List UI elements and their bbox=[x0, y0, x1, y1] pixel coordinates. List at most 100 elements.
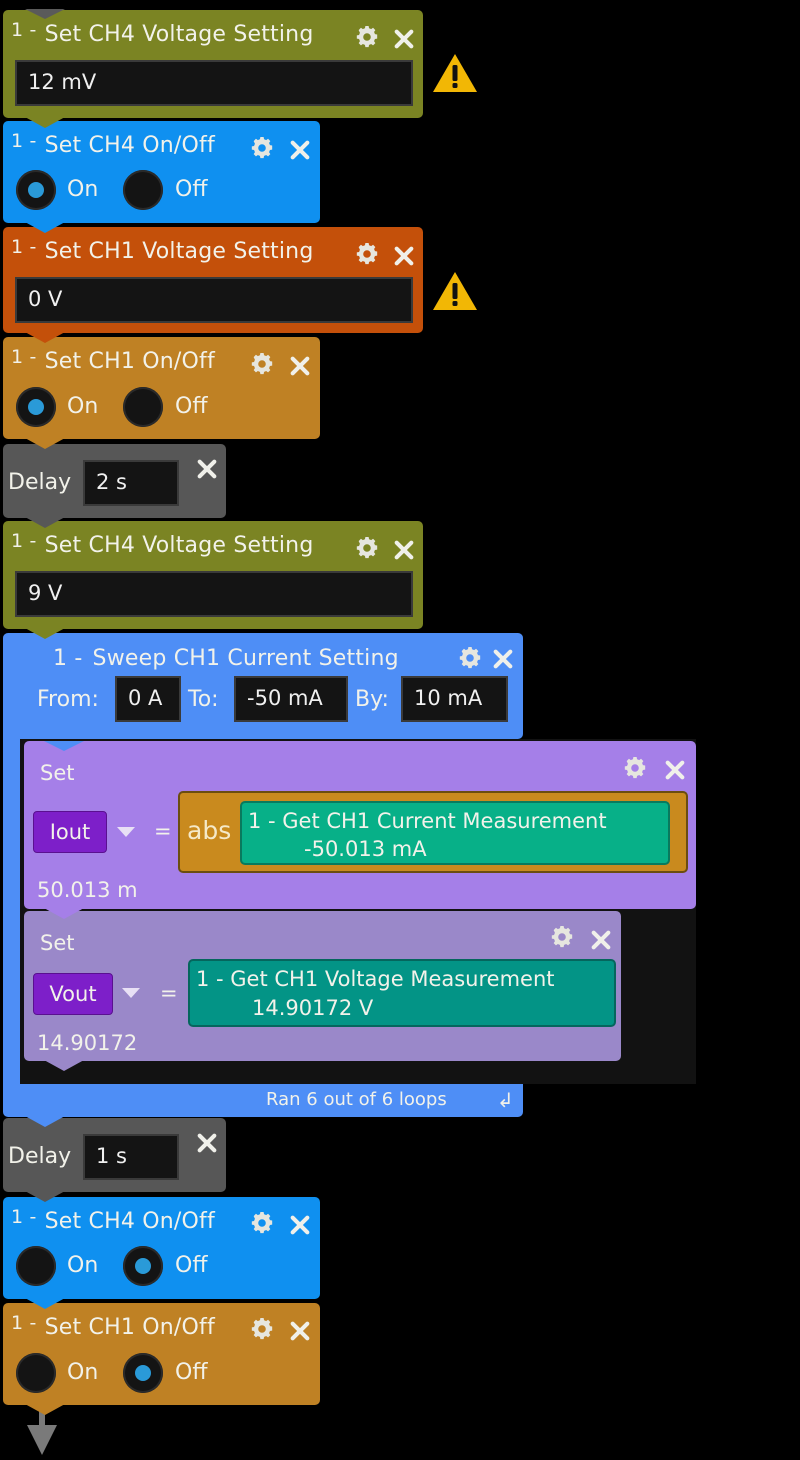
gear-icon[interactable] bbox=[249, 135, 275, 161]
gear-icon[interactable] bbox=[249, 351, 275, 377]
get-ch1-voltage-block[interactable]: 1 - Get CH1 Voltage Measurement 14.90172… bbox=[188, 959, 616, 1027]
by-label: By: bbox=[355, 687, 389, 712]
block-title: 1 - Set CH4 On/Off bbox=[11, 130, 215, 158]
variable-iout[interactable]: Iout bbox=[33, 811, 107, 853]
block-title: 1 - Set CH1 Voltage Setting bbox=[11, 236, 314, 264]
result-value: 14.90172 bbox=[37, 1031, 138, 1055]
connector-notch-bottom bbox=[44, 1060, 84, 1071]
off-radio[interactable] bbox=[123, 170, 163, 210]
close-icon[interactable] bbox=[393, 245, 415, 267]
connector-notch-bottom bbox=[25, 628, 65, 639]
connector-notch-bottom bbox=[25, 1191, 65, 1202]
delay-label: Delay bbox=[8, 470, 72, 495]
close-icon[interactable] bbox=[196, 458, 218, 480]
result-value: 50.013 m bbox=[37, 878, 138, 902]
get-value: 14.90172 V bbox=[252, 996, 374, 1020]
on-radio[interactable] bbox=[16, 387, 56, 427]
delay-input[interactable]: 2 s bbox=[83, 460, 179, 506]
on-label: On bbox=[67, 177, 99, 202]
connector-notch-bottom bbox=[25, 1298, 65, 1309]
on-radio[interactable] bbox=[16, 170, 56, 210]
on-radio[interactable] bbox=[16, 1353, 56, 1393]
sweep-ch1-current-block[interactable]: 1 - Sweep CH1 Current Setting From: 0 A T… bbox=[3, 633, 696, 1127]
gear-icon[interactable] bbox=[354, 24, 380, 50]
to-input[interactable]: -50 mA bbox=[234, 676, 348, 722]
block-title-text: Set CH4 On/Off bbox=[44, 133, 215, 158]
off-radio[interactable] bbox=[123, 1246, 163, 1286]
gear-icon[interactable] bbox=[249, 1210, 275, 1236]
block-title: 1 - Set CH4 On/Off bbox=[11, 1206, 215, 1234]
close-icon[interactable] bbox=[289, 355, 311, 377]
close-icon[interactable] bbox=[664, 759, 686, 781]
equals-sign: = bbox=[154, 819, 172, 843]
set-ch1-voltage-block[interactable]: 1 - Set CH1 Voltage Setting 0 V bbox=[3, 227, 423, 343]
block-index: 1 - bbox=[53, 646, 83, 671]
set-vout-block[interactable]: Set Vout = 1 - Get CH1 Voltage Measureme… bbox=[24, 911, 621, 1071]
gear-icon[interactable] bbox=[354, 535, 380, 561]
delay-block-1[interactable]: Delay 2 s bbox=[3, 444, 226, 528]
connector-notch-bottom bbox=[25, 517, 65, 528]
off-radio[interactable] bbox=[123, 387, 163, 427]
warning-icon[interactable] bbox=[432, 52, 478, 94]
gear-icon[interactable] bbox=[549, 924, 575, 950]
variable-dropdown-icon[interactable] bbox=[122, 988, 140, 998]
close-icon[interactable] bbox=[289, 139, 311, 161]
to-label: To: bbox=[188, 687, 219, 712]
get-ch1-current-block[interactable]: 1 - Get CH1 Current Measurement -50.013 … bbox=[240, 801, 670, 865]
loop-status: Ran 6 out of 6 loops bbox=[266, 1089, 447, 1110]
equals-sign: = bbox=[160, 981, 178, 1005]
from-label: From: bbox=[37, 687, 99, 712]
warning-icon[interactable] bbox=[432, 270, 478, 312]
voltage-input[interactable]: 0 V bbox=[15, 277, 413, 323]
connector-notch-top bbox=[25, 9, 65, 19]
voltage-input[interactable]: 12 mV bbox=[15, 60, 413, 106]
block-title: 1 - Set CH4 Voltage Setting bbox=[11, 19, 314, 47]
block-index: 1 - bbox=[11, 130, 37, 152]
get-title: 1 - Get CH1 Current Measurement bbox=[248, 809, 607, 833]
gear-icon[interactable] bbox=[622, 755, 648, 781]
off-label: Off bbox=[175, 394, 208, 419]
set-ch1-onoff-block-2[interactable]: 1 - Set CH1 On/Off On Off bbox=[3, 1303, 320, 1415]
delay-input[interactable]: 1 s bbox=[83, 1134, 179, 1180]
connector-notch-bottom bbox=[25, 1116, 65, 1127]
close-icon[interactable] bbox=[196, 1132, 218, 1154]
on-radio[interactable] bbox=[16, 1246, 56, 1286]
close-icon[interactable] bbox=[289, 1320, 311, 1342]
block-title-text: Set CH1 On/Off bbox=[44, 349, 215, 374]
connector-notch-bottom bbox=[25, 222, 65, 233]
get-title: 1 - Get CH1 Voltage Measurement bbox=[196, 967, 555, 991]
variable-vout[interactable]: Vout bbox=[33, 973, 113, 1015]
delay-block-2[interactable]: Delay 1 s bbox=[3, 1118, 226, 1202]
set-ch1-onoff-block-1[interactable]: 1 - Set CH1 On/Off On Off bbox=[3, 337, 320, 449]
close-icon[interactable] bbox=[393, 28, 415, 50]
off-label: Off bbox=[175, 177, 208, 202]
gear-icon[interactable] bbox=[354, 241, 380, 267]
block-title: 1 - Set CH1 On/Off bbox=[11, 1312, 215, 1340]
close-icon[interactable] bbox=[289, 1214, 311, 1236]
block-title: 1 - Set CH4 Voltage Setting bbox=[11, 530, 314, 558]
set-ch4-voltage-block-1[interactable]: 1 - Set CH4 Voltage Setting 12 mV bbox=[3, 9, 423, 128]
set-ch4-onoff-block-1[interactable]: 1 - Set CH4 On/Off On Off bbox=[3, 121, 320, 233]
set-ch4-onoff-block-2[interactable]: 1 - Set CH4 On/Off On Off bbox=[3, 1197, 320, 1309]
on-label: On bbox=[67, 1253, 99, 1278]
off-radio[interactable] bbox=[123, 1353, 163, 1393]
gear-icon[interactable] bbox=[249, 1316, 275, 1342]
close-icon[interactable] bbox=[393, 539, 415, 561]
delay-label: Delay bbox=[8, 1144, 72, 1169]
from-input[interactable]: 0 A bbox=[115, 676, 181, 722]
set-iout-block[interactable]: Set Iout = abs 1 - Get CH1 Current Measu… bbox=[24, 741, 696, 919]
gear-icon[interactable] bbox=[457, 645, 483, 671]
voltage-input[interactable]: 9 V bbox=[15, 571, 413, 617]
by-input[interactable]: 10 mA bbox=[401, 676, 508, 722]
variable-dropdown-icon[interactable] bbox=[117, 827, 135, 837]
block-index: 1 - bbox=[11, 1206, 37, 1228]
block-title-text: Set CH4 Voltage Setting bbox=[44, 533, 314, 558]
close-icon[interactable] bbox=[590, 929, 612, 951]
set-ch4-voltage-block-2[interactable]: 1 - Set CH4 Voltage Setting 9 V bbox=[3, 521, 423, 639]
close-icon[interactable] bbox=[492, 648, 514, 670]
abs-function-block[interactable]: abs 1 - Get CH1 Current Measurement -50.… bbox=[178, 791, 688, 873]
loop-return-icon: ↲ bbox=[497, 1088, 514, 1112]
block-index: 1 - bbox=[11, 530, 37, 552]
block-title-text: Set CH1 Voltage Setting bbox=[44, 239, 314, 264]
connector-notch-top bbox=[44, 741, 84, 751]
